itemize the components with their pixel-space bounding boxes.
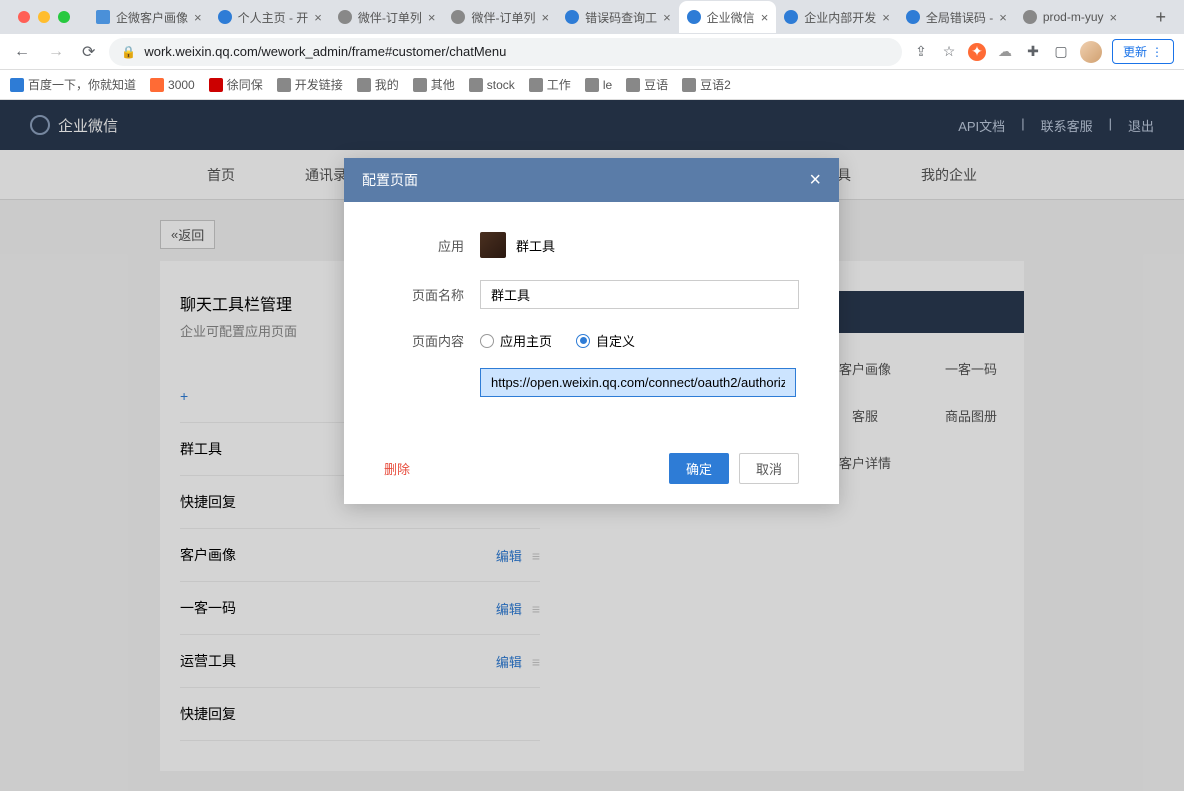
label-name: 页面名称 [384, 285, 464, 304]
browser-tab[interactable]: 企业内部开发× [776, 1, 898, 33]
bookmark[interactable]: le [585, 78, 612, 92]
bookmark[interactable]: 3000 [150, 78, 195, 92]
folder-icon [585, 78, 599, 92]
extension-icon[interactable]: ✦ [968, 43, 986, 61]
favicon [96, 10, 110, 24]
maximize-window[interactable] [58, 11, 70, 23]
tab-bar: 企微客户画像× 个人主页 - 开× 微伴-订单列× 微伴-订单列× 错误码查询工… [0, 0, 1184, 34]
browser-tab[interactable]: 微伴-订单列× [443, 1, 557, 33]
traffic-lights [8, 11, 80, 23]
close-icon[interactable]: × [541, 10, 549, 25]
close-icon[interactable]: × [1110, 10, 1118, 25]
forward-button[interactable]: → [44, 43, 68, 61]
minimize-window[interactable] [38, 11, 50, 23]
close-icon[interactable]: × [663, 10, 671, 25]
bookmark[interactable]: 开发链接 [277, 76, 343, 93]
profile-avatar[interactable] [1080, 41, 1102, 63]
browser-tab[interactable]: prod-m-yuy× [1015, 1, 1125, 33]
favicon [218, 10, 232, 24]
lock-icon: 🔒 [121, 45, 136, 59]
browser-tab[interactable]: 全局错误码 -× [898, 1, 1015, 33]
star-icon[interactable]: ☆ [940, 43, 958, 61]
custom-url-input[interactable] [480, 368, 796, 397]
folder-icon [413, 78, 427, 92]
close-icon[interactable]: × [882, 10, 890, 25]
folder-icon [357, 78, 371, 92]
bookmark[interactable]: stock [469, 78, 515, 92]
browser-tabs: 企微客户画像× 个人主页 - 开× 微伴-订单列× 微伴-订单列× 错误码查询工… [88, 1, 1145, 33]
favicon [687, 10, 701, 24]
label-content: 页面内容 [384, 331, 464, 350]
modal-title: 配置页面 [362, 170, 418, 190]
reload-button[interactable]: ⟳ [78, 42, 99, 62]
url-input[interactable]: 🔒 work.weixin.qq.com/wework_admin/frame#… [109, 38, 902, 66]
folder-icon [626, 78, 640, 92]
bookmark[interactable]: 豆语 [626, 76, 668, 93]
close-icon[interactable]: × [761, 10, 769, 25]
close-icon[interactable]: × [194, 10, 202, 25]
bookmark[interactable]: 百度一下，你就知道 [10, 76, 136, 93]
favicon [906, 10, 920, 24]
favicon [784, 10, 798, 24]
app-icon [480, 232, 506, 258]
bookmark-icon [10, 78, 24, 92]
close-icon[interactable]: × [809, 170, 821, 190]
bookmark[interactable]: 豆语2 [682, 76, 731, 93]
new-tab-button[interactable]: + [1145, 7, 1176, 28]
favicon [565, 10, 579, 24]
favicon [338, 10, 352, 24]
update-button[interactable]: 更新 ⋮ [1112, 39, 1174, 64]
address-bar: ← → ⟳ 🔒 work.weixin.qq.com/wework_admin/… [0, 34, 1184, 70]
browser-tab[interactable]: 微伴-订单列× [330, 1, 444, 33]
browser-tab[interactable]: 错误码查询工× [557, 1, 679, 33]
folder-icon [529, 78, 543, 92]
browser-tab-active[interactable]: 企业微信× [679, 1, 777, 33]
radio-app-home[interactable]: 应用主页 [480, 331, 552, 350]
share-icon[interactable]: ⇪ [912, 43, 930, 61]
panel-icon[interactable]: ▢ [1052, 43, 1070, 61]
bookmark-icon [150, 78, 164, 92]
radio-icon [576, 334, 590, 348]
delete-link[interactable]: 删除 [384, 459, 410, 478]
bookmark[interactable]: 徐同保 [209, 76, 263, 93]
favicon [451, 10, 465, 24]
folder-icon [682, 78, 696, 92]
cloud-icon[interactable]: ☁ [996, 43, 1014, 61]
close-icon[interactable]: × [428, 10, 436, 25]
folder-icon [277, 78, 291, 92]
close-window[interactable] [18, 11, 30, 23]
label-app: 应用 [384, 236, 464, 255]
radio-icon [480, 334, 494, 348]
browser-tab[interactable]: 个人主页 - 开× [210, 1, 330, 33]
close-icon[interactable]: × [314, 10, 322, 25]
modal-header: 配置页面 × [344, 158, 839, 202]
radio-custom[interactable]: 自定义 [576, 331, 635, 350]
bookmarks-bar: 百度一下，你就知道 3000 徐同保 开发链接 我的 其他 stock 工作 l… [0, 70, 1184, 100]
cancel-button[interactable]: 取消 [739, 453, 799, 484]
app-name: 群工具 [516, 236, 555, 255]
page-name-input[interactable] [480, 280, 799, 309]
folder-icon [469, 78, 483, 92]
url-text: work.weixin.qq.com/wework_admin/frame#cu… [144, 44, 506, 59]
bookmark-icon [209, 78, 223, 92]
browser-tab[interactable]: 企微客户画像× [88, 1, 210, 33]
bookmark[interactable]: 其他 [413, 76, 455, 93]
back-button[interactable]: ← [10, 43, 34, 61]
bookmark[interactable]: 工作 [529, 76, 571, 93]
bookmark[interactable]: 我的 [357, 76, 399, 93]
close-icon[interactable]: × [999, 10, 1007, 25]
config-modal: 配置页面 × 应用 群工具 页面名称 页面内容 应用主页 [344, 158, 839, 504]
favicon [1023, 10, 1037, 24]
confirm-button[interactable]: 确定 [669, 453, 729, 484]
puzzle-icon[interactable]: ✚ [1024, 43, 1042, 61]
